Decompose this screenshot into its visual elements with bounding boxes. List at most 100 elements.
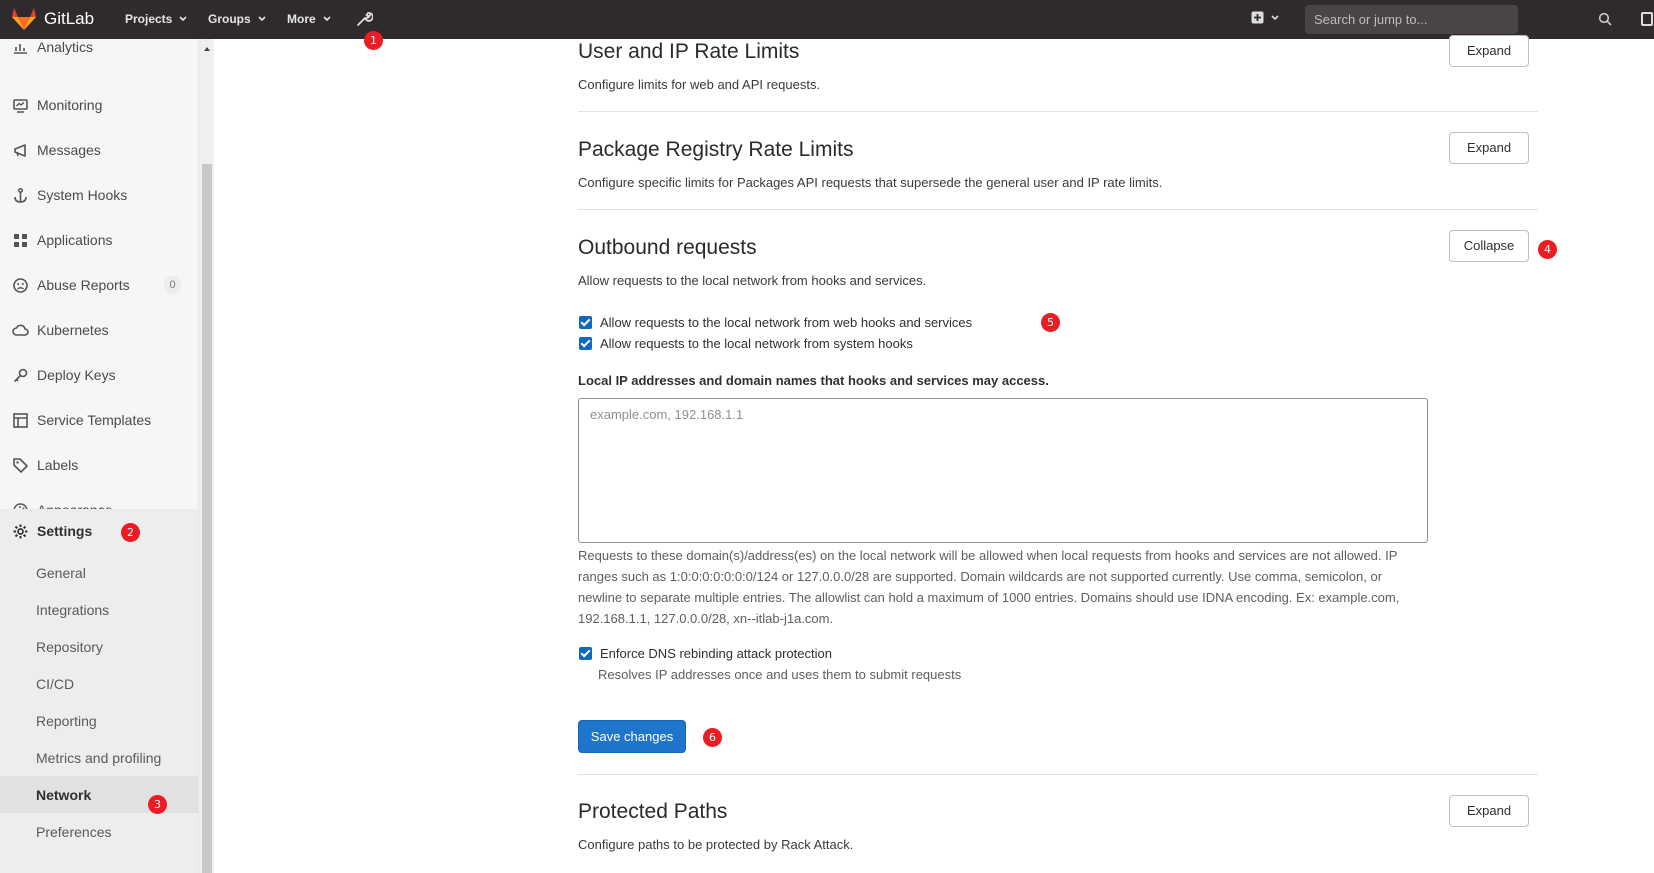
search-input[interactable]: [1305, 5, 1518, 34]
sidebar-item-label: Service Templates: [37, 412, 152, 428]
chevron-down-icon: [323, 16, 331, 22]
expand-button[interactable]: Expand: [1449, 795, 1529, 827]
sidebar-subitem-repository[interactable]: Repository: [0, 628, 198, 665]
sidebar-subitem-preferences[interactable]: Preferences: [0, 813, 198, 850]
brand-name[interactable]: GitLab: [44, 9, 94, 29]
sidebar-item-labels[interactable]: Labels: [0, 443, 198, 487]
section-description: Allow requests to the local network from…: [578, 273, 927, 288]
sidebar-item-label: Applications: [37, 232, 113, 248]
sidebar-subitem-integrations[interactable]: Integrations: [0, 591, 198, 628]
sidebar-subitem-cicd[interactable]: CI/CD: [0, 665, 198, 702]
checkbox-dns-rebinding[interactable]: [579, 647, 592, 660]
sidebar-item-label: Messages: [37, 142, 101, 158]
abuse-icon: [13, 277, 28, 293]
sidebar-item-label: Settings: [37, 523, 93, 539]
anchor-icon: [14, 187, 27, 203]
checkbox-row-web-hooks: Allow requests to the local network from…: [579, 315, 972, 330]
admin-sidebar: Analytics Monitoring Messages System Hoo…: [0, 39, 199, 873]
checkbox-system-hooks[interactable]: [579, 337, 592, 350]
top-navbar: GitLab Projects Groups More: [0, 0, 1654, 39]
sidebar-subitem-network[interactable]: Network: [0, 776, 198, 813]
sidebar-item-label: Analytics: [37, 39, 94, 55]
sidebar-item-analytics[interactable]: Analytics: [0, 39, 198, 69]
allowlist-help-text: Requests to these domain(s)/address(es) …: [578, 548, 1400, 626]
nav-groups[interactable]: Groups: [208, 12, 267, 26]
gitlab-logo-icon[interactable]: [11, 7, 37, 31]
sidebar-item-kubernetes[interactable]: Kubernetes: [0, 308, 198, 352]
section-divider: [578, 774, 1538, 775]
allowlist-field-label: Local IP addresses and domain names that…: [578, 373, 1049, 388]
chevron-down-icon: [179, 16, 187, 22]
sidebar-item-label: System Hooks: [37, 187, 128, 203]
nav-projects[interactable]: Projects: [125, 12, 188, 26]
allowlist-textarea[interactable]: [578, 398, 1428, 543]
section-title: Outbound requests: [578, 236, 757, 259]
annotation-marker: 3: [148, 795, 167, 814]
sidebar-item-label: Abuse Reports: [37, 277, 130, 293]
sidebar-subitem-reporting[interactable]: Reporting: [0, 702, 198, 739]
chart-icon: [14, 43, 27, 54]
nav-more-label: More: [287, 12, 316, 26]
sidebar-subitem-general[interactable]: General: [0, 554, 198, 591]
checkbox-row-system-hooks: Allow requests to the local network from…: [579, 336, 913, 351]
checkbox-row-dns-rebinding: Enforce DNS rebinding attack protection: [579, 646, 832, 661]
expand-button[interactable]: Expand: [1449, 35, 1529, 67]
section-title: User and IP Rate Limits: [578, 40, 800, 63]
gear-icon: [13, 524, 28, 538]
annotation-marker: 2: [121, 523, 140, 542]
nav-more[interactable]: More: [287, 12, 332, 26]
search-icon: [1598, 12, 1612, 26]
section-description: Configure specific limits for Packages A…: [578, 175, 1163, 190]
monitor-icon: [13, 98, 28, 113]
checkbox-label[interactable]: Allow requests to the local network from…: [600, 315, 972, 330]
sidebar-item-deploy-keys[interactable]: Deploy Keys: [0, 353, 198, 397]
sidebar-item-label: Monitoring: [37, 97, 103, 113]
dns-help-text: Resolves IP addresses once and uses them…: [598, 667, 962, 682]
collapse-button[interactable]: Collapse: [1449, 230, 1529, 262]
sidebar-item-label: Labels: [37, 457, 79, 473]
tag-icon: [13, 457, 28, 473]
chevron-down-icon: [258, 16, 266, 22]
sidebar-item-system-hooks[interactable]: System Hooks: [0, 173, 198, 217]
grid-icon: [14, 233, 27, 247]
cloud-icon: [12, 324, 29, 336]
section-description: Configure paths to be protected by Rack …: [578, 837, 854, 852]
annotation-marker: 4: [1538, 240, 1557, 259]
sidebar-item-service-templates[interactable]: Service Templates: [0, 398, 198, 442]
nav-groups-label: Groups: [208, 12, 251, 26]
admin-wrench-icon[interactable]: [355, 10, 373, 28]
sidebar-toggle-icon[interactable]: [1641, 12, 1653, 26]
annotation-marker: 6: [703, 728, 722, 747]
sidebar-item-abuse-reports[interactable]: Abuse Reports 0: [0, 263, 198, 307]
sidebar-subitem-metrics[interactable]: Metrics and profiling: [0, 739, 198, 776]
sidebar-item-settings[interactable]: Settings: [0, 509, 198, 553]
annotation-marker: 5: [1041, 313, 1060, 332]
new-menu-dropdown[interactable]: [1251, 11, 1280, 24]
sidebar-item-applications[interactable]: Applications: [0, 218, 198, 262]
sidebar-item-label: Kubernetes: [37, 322, 109, 338]
plus-square-icon: [1251, 11, 1264, 24]
section-divider: [578, 111, 1538, 112]
megaphone-icon: [14, 143, 26, 157]
checkbox-label[interactable]: Allow requests to the local network from…: [600, 336, 913, 351]
checkbox-label[interactable]: Enforce DNS rebinding attack protection: [600, 646, 832, 661]
count-badge: 0: [164, 276, 181, 294]
section-title: Protected Paths: [578, 800, 728, 823]
expand-button[interactable]: Expand: [1449, 132, 1529, 164]
key-icon: [13, 368, 28, 382]
sidebar-item-messages[interactable]: Messages: [0, 128, 198, 172]
save-changes-button[interactable]: Save changes: [578, 720, 686, 753]
sidebar-settings-group: Settings General Integrations Repository…: [0, 509, 198, 873]
nav-projects-label: Projects: [125, 12, 173, 26]
section-description: Configure limits for web and API request…: [578, 77, 821, 92]
sidebar-item-label: Deploy Keys: [37, 367, 116, 383]
checkbox-web-hooks[interactable]: [579, 316, 592, 329]
section-title: Package Registry Rate Limits: [578, 138, 854, 161]
chevron-down-icon: [1271, 14, 1279, 20]
scroll-up-arrow-icon[interactable]: [202, 44, 212, 54]
section-divider: [578, 209, 1538, 210]
sidebar-scroll-thumb[interactable]: [202, 164, 212, 873]
template-icon: [13, 412, 28, 428]
annotation-marker: 1: [364, 31, 383, 50]
sidebar-item-monitoring[interactable]: Monitoring: [0, 83, 198, 127]
